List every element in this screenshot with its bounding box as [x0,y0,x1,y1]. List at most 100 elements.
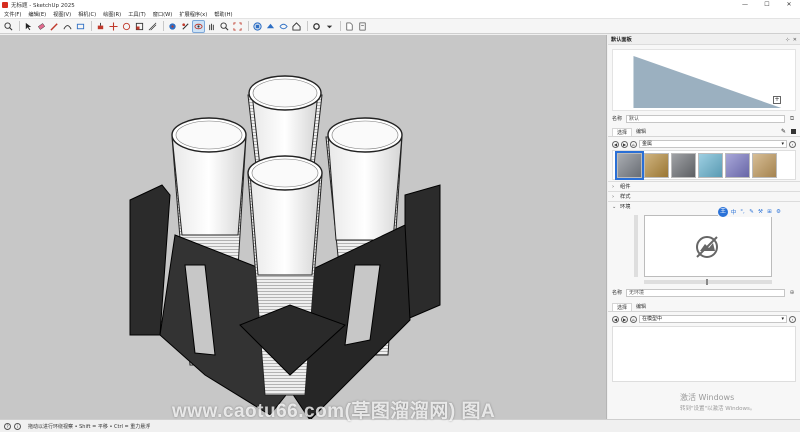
material-swatch-5[interactable] [725,152,750,178]
forward-icon[interactable]: ▶ [621,315,628,323]
details-icon[interactable]: › [789,140,796,148]
environment-preview[interactable] [644,215,772,277]
chevron-down-icon: ▾ [781,316,784,322]
style-name-field[interactable]: 默认 [626,114,785,123]
material-category-row: ◀ ▶ ⌂ 金属 ▾ › [608,139,800,149]
settings-icon[interactable] [311,21,322,32]
ime-logo[interactable]: 王 [718,207,728,217]
tray-header: 默认面板 ⊹ ✕ [608,35,800,45]
scale-icon[interactable] [134,21,145,32]
ime-tools-icon[interactable]: ⚒ [757,209,764,215]
info-circle-icon[interactable]: i [14,422,21,430]
menu-tools[interactable]: 工具(T) [128,11,146,18]
material-swatch-4[interactable] [698,152,723,178]
eraser-icon[interactable] [36,21,47,32]
menu-window[interactable]: 窗口(W) [153,11,173,18]
rectangle-icon[interactable] [75,21,86,32]
activation-subtitle: 转到"设置"以激活 Windows。 [680,406,756,412]
paint-icon[interactable] [167,21,178,32]
arc-icon[interactable] [62,21,73,32]
style-preview-image [633,56,782,108]
back-icon[interactable]: ◀ [612,315,619,323]
status-message: 拖动以进行环绕视察 • Shift = 平移 • Ctrl = 重力悬浮 [28,423,151,430]
menu-camera[interactable]: 相机(C) [78,11,96,18]
toolbar-separator [91,21,92,31]
material-swatch-1[interactable] [615,150,644,180]
tab-edit-materials[interactable]: 编辑 [632,128,650,136]
model-viewport[interactable] [0,35,607,419]
search-icon[interactable] [3,21,14,32]
dropdown-arrow-icon[interactable] [324,21,335,32]
update-style-icon[interactable]: + [773,96,781,104]
minimize-button[interactable]: — [734,0,756,10]
menu-extensions[interactable]: 扩展程序(x) [179,11,207,18]
xray-icon[interactable] [278,21,289,32]
tape-icon[interactable] [180,21,191,32]
pin-icon[interactable]: ⊹ [786,37,790,43]
document-icon[interactable] [344,21,355,32]
warehouse-icon[interactable] [291,21,302,32]
slider-knob[interactable] [706,279,708,285]
zoom-icon[interactable] [219,21,230,32]
environment-list[interactable] [612,326,796,382]
default-material-icon[interactable] [791,129,796,134]
ime-settings-icon[interactable]: ⚙ [775,209,782,215]
section-components-label: 组件 [620,184,631,190]
ime-language[interactable]: 中 [730,208,737,216]
chevron-down-icon: ⌄ [612,203,617,210]
ime-grid-icon[interactable]: ⊞ [766,209,773,215]
section-environment-label: 环境 [620,204,631,210]
menu-draw[interactable]: 绘图(R) [103,11,121,18]
environment-horizontal-slider[interactable] [644,279,772,285]
material-swatches [612,150,796,180]
home-icon[interactable]: ⌂ [630,140,637,148]
material-swatch-2[interactable] [644,152,669,178]
close-button[interactable]: ✕ [778,0,800,10]
material-category-dropdown[interactable]: 金属 ▾ [639,140,787,148]
environment-add-icon[interactable]: ⊕ [788,289,796,297]
style-copy-icon[interactable]: ⧉ [788,115,796,123]
pushpull-icon[interactable] [95,21,106,32]
tab-select-env[interactable]: 选择 [612,303,633,311]
maximize-button[interactable]: ☐ [756,0,778,10]
move-icon[interactable] [108,21,119,32]
materials-tabs: 选择 编辑 ✎ [608,128,800,137]
pencil-icon[interactable] [49,21,60,32]
material-swatch-3[interactable] [671,152,696,178]
offset-icon[interactable] [147,21,158,32]
default-tray: 默认面板 ⊹ ✕ + 名称 默认 ⧉ 选择 编辑 ✎ ◀ ▶ ⌂ 金属 ▾ › [608,35,800,419]
pan-icon[interactable] [206,21,217,32]
environment-preview-area [608,215,800,285]
select-icon[interactable] [23,21,34,32]
ime-punctuation[interactable]: °, [739,209,746,215]
tab-select-materials[interactable]: 选择 [612,128,633,136]
details-icon[interactable]: › [789,315,796,323]
environment-name-field[interactable]: 无环境 [626,288,785,297]
orbit-icon[interactable] [192,19,205,33]
section-icon[interactable] [265,21,276,32]
menu-view[interactable]: 视图(V) [53,11,71,18]
close-tray-icon[interactable]: ✕ [793,37,797,43]
menu-file[interactable]: 文件(F) [4,11,21,18]
rotate-icon[interactable] [121,21,132,32]
tab-edit-env[interactable]: 编辑 [632,303,650,311]
forward-icon[interactable]: ▶ [621,140,628,148]
menu-help[interactable]: 帮助(H) [214,11,232,18]
component-icon[interactable] [252,21,263,32]
environment-vertical-slider[interactable] [634,215,638,277]
section-components[interactable]: › 组件 [608,181,800,191]
menu-edit[interactable]: 编辑(E) [28,11,46,18]
title-bar: 无标题 - SketchUp 2025 — ☐ ✕ [0,0,800,10]
eyedropper-icon[interactable]: ✎ [781,128,786,135]
section-styles[interactable]: › 样式 [608,191,800,201]
geolocation-icon[interactable]: ? [4,422,11,430]
home-icon[interactable]: ⌂ [630,315,637,323]
info-icon[interactable] [357,21,368,32]
environment-source-dropdown[interactable]: 在模型中 ▾ [639,315,787,323]
back-icon[interactable]: ◀ [612,140,619,148]
style-thumbnail[interactable]: + [612,49,796,111]
zoom-extents-icon[interactable] [232,21,243,32]
ime-handwrite-icon[interactable]: ✎ [748,209,755,215]
material-swatch-6[interactable] [752,152,777,178]
tray-title: 默认面板 [611,37,632,43]
